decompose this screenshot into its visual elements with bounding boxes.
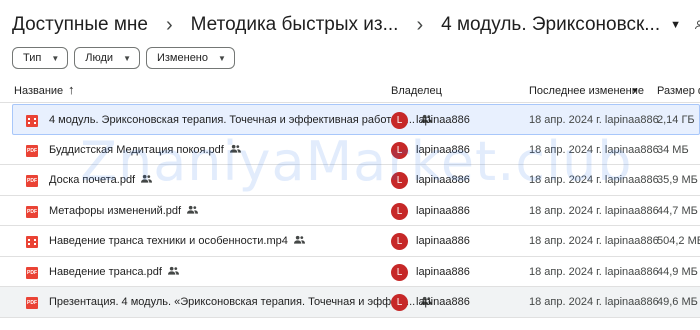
filter-chips: Тип ▼ Люди ▼ Изменено ▼ — [12, 47, 235, 69]
table-row[interactable]: PDF Наведение транса.pdf L lapinaa886 18… — [0, 257, 700, 287]
pdf-file-icon: PDF — [26, 144, 38, 157]
avatar[interactable]: L — [391, 172, 408, 189]
owner-name: lapinaa886 — [416, 114, 470, 126]
modified-date: 18 апр. 2024 г. lapinaa886 — [529, 235, 659, 247]
file-size: 35,9 МБ — [657, 174, 698, 186]
breadcrumb-root[interactable]: Доступные мне — [12, 14, 148, 36]
column-owner-header[interactable]: Владелец — [391, 85, 442, 97]
caret-down-icon: ▼ — [218, 53, 226, 63]
caret-down-icon[interactable]: ▼ — [631, 86, 639, 95]
file-name-text: Наведение транса техники и особенности.m… — [49, 235, 288, 247]
owner-name: lapinaa886 — [416, 174, 470, 186]
owner-name: lapinaa886 — [416, 204, 470, 217]
modified-date: 18 апр. 2024 г. lapinaa886 — [529, 143, 659, 156]
modified-date: 18 апр. 2024 г. lapinaa886 — [529, 114, 659, 126]
owner-name: lapinaa886 — [416, 296, 470, 308]
file-name: Наведение транса.pdf — [49, 266, 179, 278]
chevron-right-icon: › — [165, 13, 173, 36]
table-row[interactable]: PDF Презентация. 4 модуль. «Эриксоновска… — [0, 287, 700, 318]
owner-name: lapinaa886 — [416, 143, 470, 156]
modified-date: 18 апр. 2024 г. lapinaa886 — [529, 296, 659, 308]
filter-people-label: Люди — [85, 52, 114, 64]
breadcrumb-parent[interactable]: Методика быстрых из... — [191, 14, 399, 36]
filter-people-button[interactable]: Люди ▼ — [74, 47, 140, 69]
file-size: 49,6 МБ — [657, 296, 698, 308]
modified-date: 18 апр. 2024 г. lapinaa886 — [529, 174, 659, 186]
file-name-text: Наведение транса.pdf — [49, 265, 162, 278]
file-size: 44,7 МБ — [657, 204, 698, 217]
pdf-file-icon: PDF — [26, 175, 38, 187]
table-row[interactable]: Наведение транса техники и особенности.m… — [0, 226, 700, 257]
file-list: 4 модуль. Эриксоновская терапия. Точечна… — [0, 104, 700, 318]
table-row[interactable]: PDF Буддистская Медитация покоя.pdf L la… — [0, 135, 700, 165]
caret-down-icon: ▼ — [123, 53, 131, 63]
table-row[interactable]: 4 модуль. Эриксоновская терапия. Точечна… — [12, 104, 700, 135]
pdf-file-icon: PDF — [26, 266, 38, 279]
file-size: 2,14 ГБ — [657, 114, 695, 126]
breadcrumb-current[interactable]: 4 модуль. Эриксоновск... — [441, 14, 660, 36]
file-name-text: Презентация. 4 модуль. «Эриксоновская те… — [49, 296, 416, 308]
modified-date: 18 апр. 2024 г. lapinaa886 — [529, 204, 659, 217]
avatar[interactable]: L — [391, 112, 408, 129]
sort-arrow-up-icon[interactable]: ↑ — [68, 82, 75, 97]
avatar[interactable]: L — [391, 294, 408, 311]
table-header: Название ↑ Владелец Последнее изменение … — [0, 80, 700, 103]
column-name-header[interactable]: Название — [14, 85, 63, 97]
chevron-right-icon: › — [416, 13, 424, 36]
column-size-header[interactable]: Размер ф — [657, 85, 700, 97]
video-file-icon — [26, 115, 38, 127]
video-file-icon — [26, 236, 38, 248]
filter-type-label: Тип — [23, 52, 42, 64]
modified-date: 18 апр. 2024 г. lapinaa886 — [529, 265, 659, 278]
file-size: 44,9 МБ — [657, 265, 698, 278]
avatar[interactable]: L — [391, 263, 408, 281]
shared-icon — [187, 205, 199, 217]
file-size: 34 МБ — [657, 143, 689, 156]
caret-down-icon: ▼ — [51, 53, 60, 63]
file-name: Доска почета.pdf — [49, 174, 153, 186]
owner-name: lapinaa886 — [416, 265, 470, 278]
file-name-text: 4 модуль. Эриксоновская терапия. Точечна… — [49, 114, 415, 126]
avatar[interactable]: L — [391, 202, 408, 220]
file-name: 4 модуль. Эриксоновская терапия. Точечна… — [49, 114, 432, 126]
filter-modified-label: Изменено — [156, 52, 208, 64]
file-name-text: Метафоры изменений.pdf — [49, 204, 182, 217]
filter-modified-button[interactable]: Изменено ▼ — [145, 47, 235, 69]
file-name-text: Доска почета.pdf — [49, 174, 136, 186]
shared-icon — [229, 144, 241, 156]
owner-name: lapinaa886 — [416, 235, 470, 247]
file-size: 504,2 МБ — [657, 235, 700, 247]
table-row[interactable]: PDF Метафоры изменений.pdf L lapinaa886 … — [0, 196, 700, 226]
shared-icon — [141, 174, 153, 186]
file-name: Метафоры изменений.pdf — [49, 204, 199, 217]
pdf-file-icon: PDF — [26, 205, 38, 218]
caret-down-icon[interactable]: ▼ — [670, 19, 681, 31]
file-name-text: Буддистская Медитация покоя.pdf — [49, 143, 224, 156]
file-name: Буддистская Медитация покоя.pdf — [49, 144, 241, 156]
filter-type-button[interactable]: Тип ▼ — [12, 47, 69, 69]
shared-icon — [293, 235, 305, 247]
column-modified-header[interactable]: Последнее изменение — [529, 85, 644, 97]
avatar[interactable]: L — [391, 141, 408, 159]
file-name: Презентация. 4 модуль. «Эриксоновская те… — [49, 296, 433, 308]
file-name: Наведение транса техники и особенности.m… — [49, 235, 305, 247]
pdf-file-icon: PDF — [26, 297, 38, 309]
shared-folder-icon[interactable] — [695, 19, 700, 31]
breadcrumb: Доступные мне › Методика быстрых из... ›… — [12, 10, 700, 40]
table-row[interactable]: PDF Доска почета.pdf L lapinaa886 18 апр… — [0, 165, 700, 196]
shared-icon — [167, 266, 179, 278]
avatar[interactable]: L — [391, 233, 408, 250]
